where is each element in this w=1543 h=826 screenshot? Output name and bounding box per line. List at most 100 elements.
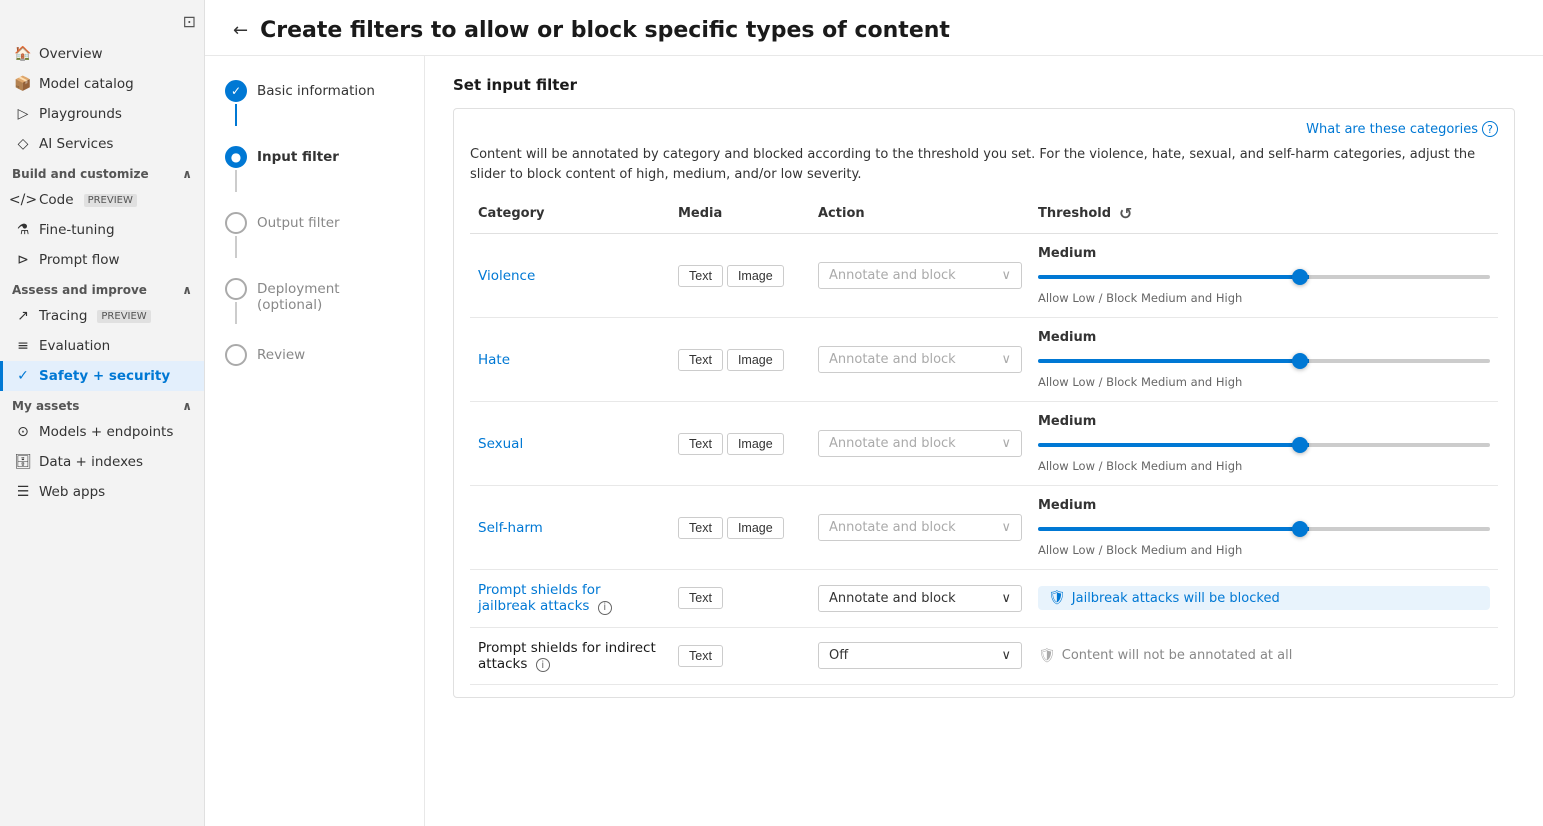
step-basic-info[interactable]: ✓ Basic information bbox=[225, 80, 404, 146]
content-area: ✓ Basic information ● Input filter Outpu… bbox=[205, 56, 1543, 826]
indirect-info-icon: i bbox=[536, 658, 550, 672]
chevron-up-icon-2: ∧ bbox=[182, 283, 192, 297]
sidebar: ⊡ 🏠 Overview 📦 Model catalog ▷ Playgroun… bbox=[0, 0, 205, 826]
info-box: What are these categories ? Content will… bbox=[453, 108, 1515, 698]
reset-threshold-icon[interactable]: ↺ bbox=[1119, 204, 1132, 223]
media-btn-image-self-harm[interactable]: Image bbox=[727, 517, 784, 539]
sidebar-item-data-indexes[interactable]: 🗄 Data + indexes bbox=[0, 447, 204, 477]
threshold-level-sexual: Medium bbox=[1038, 414, 1490, 429]
step-label-basic-info: Basic information bbox=[257, 82, 375, 99]
table-row: Prompt shields for indirect attacks i Te… bbox=[470, 627, 1498, 685]
media-btn-text-indirect[interactable]: Text bbox=[678, 645, 723, 667]
sidebar-item-fine-tuning[interactable]: ⚗ Fine-tuning bbox=[0, 215, 204, 245]
collapse-icon[interactable]: ⊡ bbox=[183, 12, 196, 31]
action-dropdown-self-harm[interactable]: Annotate and block ∨ bbox=[818, 514, 1022, 541]
chevron-up-icon-3: ∧ bbox=[182, 399, 192, 413]
threshold-level-hate: Medium bbox=[1038, 330, 1490, 345]
models-endpoints-icon: ⊙ bbox=[15, 424, 31, 440]
action-dropdown-hate[interactable]: Annotate and block ∨ bbox=[818, 346, 1022, 373]
sidebar-item-safety-security[interactable]: ✓ Safety + security bbox=[0, 361, 204, 391]
page-title: Create filters to allow or block specifi… bbox=[260, 18, 950, 43]
th-action: Action bbox=[810, 198, 1030, 234]
category-violence[interactable]: Violence bbox=[478, 268, 535, 284]
indirect-status: 🛡 Content will not be annotated at all bbox=[1038, 648, 1490, 664]
sidebar-item-models-endpoints[interactable]: ⊙ Models + endpoints bbox=[0, 417, 204, 447]
th-threshold: Threshold ↺ bbox=[1030, 198, 1498, 234]
category-hate[interactable]: Hate bbox=[478, 352, 510, 368]
category-indirect[interactable]: Prompt shields for indirect attacks bbox=[478, 640, 656, 672]
model-catalog-icon: 📦 bbox=[15, 76, 31, 92]
back-button[interactable]: ← bbox=[233, 20, 248, 41]
evaluation-icon: ≡ bbox=[15, 338, 31, 354]
playgrounds-icon: ▷ bbox=[15, 106, 31, 122]
media-btn-text-self-harm[interactable]: Text bbox=[678, 517, 723, 539]
th-category: Category bbox=[470, 198, 670, 234]
section-build-customize[interactable]: Build and customize ∧ bbox=[0, 159, 204, 185]
dropdown-chevron-hate: ∨ bbox=[1001, 352, 1011, 367]
threshold-desc-violence: Allow Low / Block Medium and High bbox=[1038, 291, 1490, 305]
shield-icon: 🛡 bbox=[1048, 590, 1066, 606]
category-jailbreak[interactable]: Prompt shields for jailbreak attacks bbox=[478, 582, 601, 614]
dropdown-chevron-indirect: ∨ bbox=[1001, 648, 1011, 663]
action-dropdown-indirect[interactable]: Off ∨ bbox=[818, 642, 1022, 669]
step-label-deployment: Deployment (optional) bbox=[257, 280, 404, 313]
section-assess-improve[interactable]: Assess and improve ∧ bbox=[0, 275, 204, 301]
step-indicator-review bbox=[225, 344, 247, 366]
section-title: Set input filter bbox=[453, 76, 1515, 94]
sidebar-item-evaluation[interactable]: ≡ Evaluation bbox=[0, 331, 204, 361]
page-header: ← Create filters to allow or block speci… bbox=[205, 0, 1543, 56]
media-btn-text-hate[interactable]: Text bbox=[678, 349, 723, 371]
sidebar-item-web-apps[interactable]: ☰ Web apps bbox=[0, 477, 204, 507]
preview-badge-code: PREVIEW bbox=[84, 194, 137, 207]
media-btn-text-jailbreak[interactable]: Text bbox=[678, 587, 723, 609]
category-self-harm[interactable]: Self-harm bbox=[478, 520, 543, 536]
data-indexes-icon: 🗄 bbox=[15, 454, 31, 470]
action-dropdown-sexual[interactable]: Annotate and block ∨ bbox=[818, 430, 1022, 457]
tracing-icon: ↗ bbox=[15, 308, 31, 324]
media-btn-text-sexual[interactable]: Text bbox=[678, 433, 723, 455]
step-review[interactable]: Review bbox=[225, 344, 404, 366]
slider-self-harm[interactable] bbox=[1038, 519, 1490, 539]
table-row: Violence Text Image Annotate and block bbox=[470, 234, 1498, 318]
preview-badge-tracing: PREVIEW bbox=[97, 310, 150, 323]
step-indicator-deployment bbox=[225, 278, 247, 300]
sidebar-item-model-catalog[interactable]: 📦 Model catalog bbox=[0, 69, 204, 99]
table-row: Self-harm Text Image Annotate and block bbox=[470, 486, 1498, 570]
info-header: What are these categories ? bbox=[470, 121, 1498, 137]
sidebar-item-playgrounds[interactable]: ▷ Playgrounds bbox=[0, 99, 204, 129]
slider-sexual[interactable] bbox=[1038, 435, 1490, 455]
step-input-filter[interactable]: ● Input filter bbox=[225, 146, 404, 212]
media-btn-image-violence[interactable]: Image bbox=[727, 265, 784, 287]
step-indicator-input-filter: ● bbox=[225, 146, 247, 168]
media-btn-text-violence[interactable]: Text bbox=[678, 265, 723, 287]
slider-hate[interactable] bbox=[1038, 351, 1490, 371]
action-dropdown-jailbreak[interactable]: Annotate and block ∨ bbox=[818, 585, 1022, 612]
jailbreak-status: 🛡 Jailbreak attacks will be blocked bbox=[1038, 586, 1490, 610]
table-row: Prompt shields for jailbreak attacks i T… bbox=[470, 570, 1498, 628]
category-sexual[interactable]: Sexual bbox=[478, 436, 523, 452]
media-btn-image-hate[interactable]: Image bbox=[727, 349, 784, 371]
code-icon: </> bbox=[15, 192, 31, 208]
step-output-filter[interactable]: Output filter bbox=[225, 212, 404, 278]
sidebar-item-ai-services[interactable]: ◇ AI Services bbox=[0, 129, 204, 159]
step-label-input-filter: Input filter bbox=[257, 148, 339, 165]
media-btn-image-sexual[interactable]: Image bbox=[727, 433, 784, 455]
shield-outline-icon: 🛡 bbox=[1038, 648, 1056, 664]
sidebar-item-overview[interactable]: 🏠 Overview bbox=[0, 39, 204, 69]
sidebar-item-tracing[interactable]: ↗ Tracing PREVIEW bbox=[0, 301, 204, 331]
info-description: Content will be annotated by category an… bbox=[470, 145, 1498, 184]
slider-violence[interactable] bbox=[1038, 267, 1490, 287]
sidebar-item-prompt-flow[interactable]: ⊳ Prompt flow bbox=[0, 245, 204, 275]
table-row: Sexual Text Image Annotate and block bbox=[470, 402, 1498, 486]
what-are-categories-link[interactable]: What are these categories ? bbox=[1306, 121, 1498, 137]
step-deployment[interactable]: Deployment (optional) bbox=[225, 278, 404, 344]
section-my-assets[interactable]: My assets ∧ bbox=[0, 391, 204, 417]
action-dropdown-violence[interactable]: Annotate and block ∨ bbox=[818, 262, 1022, 289]
threshold-desc-sexual: Allow Low / Block Medium and High bbox=[1038, 459, 1490, 473]
dropdown-chevron-jailbreak: ∨ bbox=[1001, 591, 1011, 606]
info-circle-icon: ? bbox=[1482, 121, 1498, 137]
dropdown-chevron-self-harm: ∨ bbox=[1001, 520, 1011, 535]
fine-tuning-icon: ⚗ bbox=[15, 222, 31, 238]
jailbreak-info-icon: i bbox=[598, 601, 612, 615]
sidebar-item-code[interactable]: </> Code PREVIEW bbox=[0, 185, 204, 215]
